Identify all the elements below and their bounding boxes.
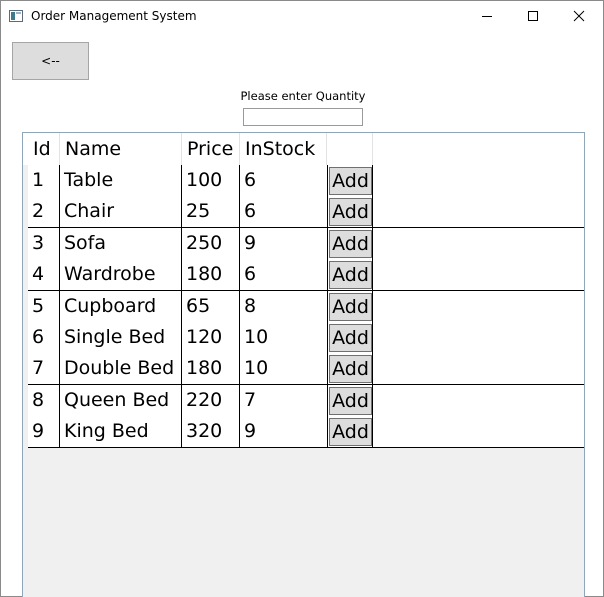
cell-id: 7 <box>28 353 60 385</box>
minimize-icon <box>482 16 492 17</box>
column-header-action <box>327 133 373 165</box>
table-row[interactable]: 4 Wardrobe 180 6 Add <box>28 259 584 292</box>
add-button[interactable]: Add <box>329 324 372 352</box>
table-row[interactable]: 5 Cupboard 65 8 Add <box>28 290 584 323</box>
cell-name: Double Bed <box>60 353 182 385</box>
add-button[interactable]: Add <box>329 418 372 447</box>
cell-instock: 9 <box>244 231 257 254</box>
cell-price: 320 <box>182 416 240 448</box>
cell-action: Add <box>327 165 373 196</box>
cell-action: Add <box>327 227 373 259</box>
add-button[interactable]: Add <box>329 355 372 384</box>
minimize-button[interactable] <box>464 1 510 31</box>
cell-name: Table <box>60 165 182 196</box>
table-row[interactable]: 7 Double Bed 180 10 Add <box>28 353 584 386</box>
cell-action: Add <box>327 353 373 385</box>
cell-action: Add <box>327 259 373 291</box>
cell-name: Single Bed <box>60 322 182 353</box>
cell-price: 25 <box>182 196 240 228</box>
table-row[interactable]: 9 King Bed 320 9 Add <box>28 416 584 449</box>
cell-action: Add <box>327 416 373 448</box>
cell-id: 6 <box>28 322 60 353</box>
add-button[interactable]: Add <box>329 167 372 195</box>
table-row[interactable]: 6 Single Bed 120 10 Add <box>28 322 584 354</box>
cell-price: 120 <box>182 322 240 353</box>
cell-id: 5 <box>28 290 60 322</box>
cell-instock: 10 <box>244 357 269 380</box>
cell-id: 2 <box>28 196 60 228</box>
window-title: Order Management System <box>31 9 197 23</box>
cell-instock: 6 <box>244 263 257 286</box>
cell-instock: 8 <box>244 294 257 317</box>
cell-name: Cupboard <box>60 290 182 322</box>
cell-name: King Bed <box>60 416 182 448</box>
quantity-input[interactable] <box>243 108 363 126</box>
cell-price: 250 <box>182 227 240 259</box>
products-grid[interactable]: Id Name Price InStock 1 Table 100 6 Add 2 Chai… <box>22 132 585 597</box>
add-button[interactable]: Add <box>329 229 372 258</box>
table-row[interactable]: 2 Chair 25 6 Add <box>28 196 584 229</box>
cell-name: Sofa <box>60 227 182 259</box>
cell-action: Add <box>327 384 373 416</box>
close-icon <box>573 10 585 22</box>
cell-action: Add <box>327 322 373 353</box>
cell-name: Wardrobe <box>60 259 182 291</box>
cell-instock: 6 <box>244 200 257 223</box>
cell-instock: 10 <box>244 326 269 348</box>
back-button[interactable]: <-- <box>12 42 89 80</box>
cell-name: Chair <box>60 196 182 228</box>
cell-price: 180 <box>182 353 240 385</box>
quantity-label: Please enter Quantity <box>240 89 366 103</box>
maximize-button[interactable] <box>510 1 556 31</box>
cell-id: 8 <box>28 384 60 416</box>
column-header-instock[interactable]: InStock <box>240 133 327 165</box>
cell-id: 9 <box>28 416 60 448</box>
cell-price: 100 <box>182 165 240 196</box>
table-row[interactable]: 8 Queen Bed 220 7 Add <box>28 384 584 417</box>
app-window: Order Management System <-- Please enter… <box>0 0 604 597</box>
cell-id: 3 <box>28 227 60 259</box>
app-window-icon <box>9 10 23 22</box>
cell-instock: 7 <box>244 388 257 411</box>
cell-instock: 9 <box>244 420 257 443</box>
grid-header: Id Name Price InStock <box>23 133 584 165</box>
cell-instock: 6 <box>244 169 257 191</box>
cell-price: 180 <box>182 259 240 291</box>
cell-price: 65 <box>182 290 240 322</box>
table-row[interactable]: 3 Sofa 250 9 Add <box>28 227 584 260</box>
table-row[interactable]: 1 Table 100 6 Add <box>28 165 584 197</box>
cell-name: Queen Bed <box>60 384 182 416</box>
add-button[interactable]: Add <box>329 292 372 321</box>
cell-action: Add <box>327 290 373 322</box>
add-button[interactable]: Add <box>329 386 372 415</box>
cell-price: 220 <box>182 384 240 416</box>
cell-id: 4 <box>28 259 60 291</box>
close-button[interactable] <box>556 1 602 31</box>
add-button[interactable]: Add <box>329 261 372 290</box>
cell-id: 1 <box>28 165 60 196</box>
title-bar: Order Management System <box>1 1 603 31</box>
column-header-name[interactable]: Name <box>60 133 182 165</box>
cell-action: Add <box>327 196 373 228</box>
maximize-icon <box>528 11 538 21</box>
add-button[interactable]: Add <box>329 198 372 227</box>
column-header-id[interactable]: Id <box>28 133 60 165</box>
column-header-price[interactable]: Price <box>182 133 240 165</box>
